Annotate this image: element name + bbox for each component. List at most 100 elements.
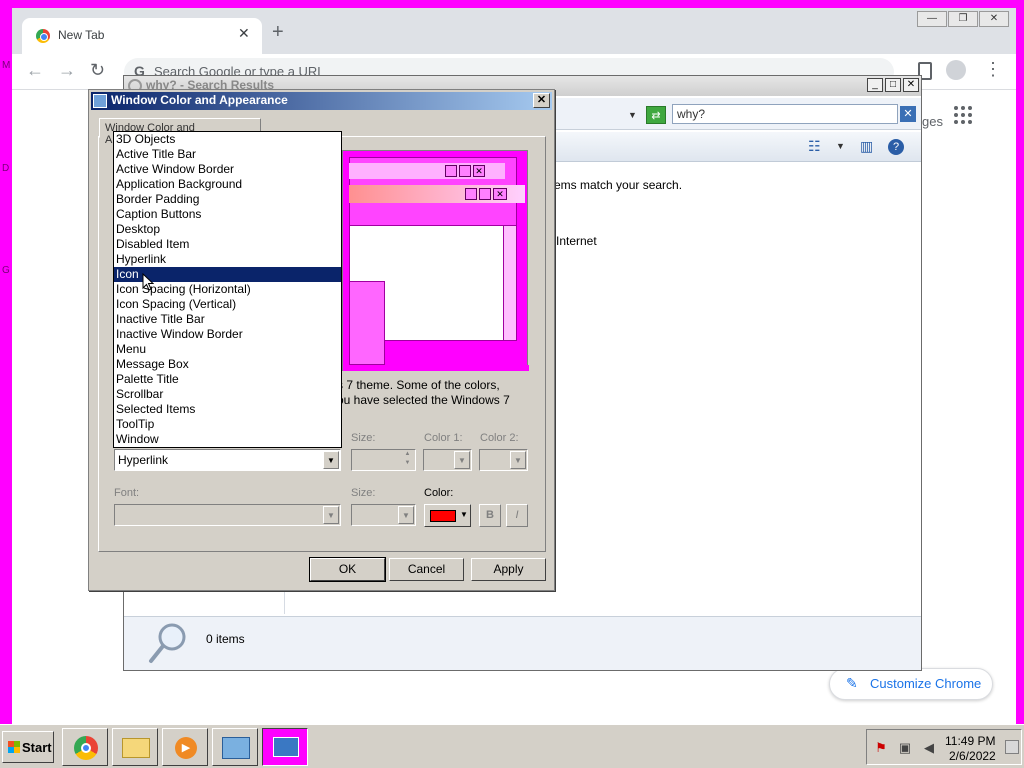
ntp-link-fragment[interactable]: ges <box>922 114 943 129</box>
spin-up-icon[interactable]: ▲ <box>401 451 414 460</box>
color1-picker[interactable]: ▼ <box>423 449 472 471</box>
color2-picker[interactable]: ▼ <box>479 449 528 471</box>
size-label: Size: <box>351 432 376 444</box>
back-icon[interactable]: ← <box>26 60 44 81</box>
customize-chrome-button[interactable]: ✎ Customize Chrome <box>829 668 993 700</box>
no-results-message: ems match your search. <box>554 178 683 192</box>
preview-pane-icon[interactable]: ▥ <box>860 138 873 155</box>
mouse-cursor-icon <box>142 273 154 291</box>
magnifier-icon <box>149 623 186 663</box>
dropdown-option[interactable]: Hyperlink <box>114 252 341 267</box>
italic-button[interactable]: I <box>506 504 528 527</box>
taskbar-chrome[interactable] <box>62 728 108 766</box>
dropdown-option[interactable]: Application Background <box>114 177 341 192</box>
chrome-icon-center <box>81 743 91 753</box>
display-settings-icon <box>273 737 299 757</box>
dialog-titlebar: Window Color and Appearance ✕ <box>91 92 552 110</box>
item-select[interactable]: Hyperlink ▼ <box>114 449 341 471</box>
taskbar-explorer[interactable] <box>112 728 158 766</box>
dropdown-option[interactable]: Caption Buttons <box>114 207 341 222</box>
description-line: ou have selected the Windows 7 <box>337 393 510 407</box>
customize-chrome-label: Customize Chrome <box>870 676 982 691</box>
dialog-title: Window Color and Appearance <box>111 93 288 107</box>
taskbar-display-settings[interactable] <box>262 728 308 766</box>
dropdown-option[interactable]: Scrollbar <box>114 387 341 402</box>
tab-close-icon[interactable]: ✕ <box>238 25 250 42</box>
show-desktop-icon[interactable] <box>1005 740 1019 754</box>
pencil-icon: ✎ <box>846 675 858 691</box>
clock-time[interactable]: 11:49 PM <box>945 734 995 748</box>
network-icon[interactable]: ▣ <box>897 740 913 756</box>
dropdown-option[interactable]: Disabled Item <box>114 237 341 252</box>
dropdown-option[interactable]: Menu <box>114 342 341 357</box>
start-button[interactable]: Start <box>2 731 54 763</box>
reload-icon[interactable]: ↻ <box>90 60 105 81</box>
dropdown-option[interactable]: Desktop <box>114 222 341 237</box>
chevron-down-icon[interactable]: ▼ <box>323 451 339 469</box>
bold-button[interactable]: B <box>479 504 501 527</box>
tab-new-tab[interactable]: New Tab ✕ <box>22 18 262 54</box>
chevron-down-icon: ▼ <box>454 451 470 469</box>
views-icon[interactable]: ☷ <box>808 138 821 155</box>
dropdown-option[interactable]: Message Box <box>114 357 341 372</box>
new-tab-button[interactable]: + <box>272 22 284 42</box>
dropdown-option[interactable]: Active Title Bar <box>114 147 341 162</box>
taskbar-control-panel[interactable] <box>212 728 258 766</box>
font-color-picker[interactable]: ▼ <box>424 504 471 527</box>
preview-desktop <box>343 365 529 371</box>
cancel-button[interactable]: Cancel <box>389 558 464 581</box>
preview-active-max-icon <box>479 188 491 200</box>
dropdown-option[interactable]: Inactive Title Bar <box>114 312 341 327</box>
views-dropdown-icon[interactable]: ▼ <box>836 141 845 151</box>
minimize-button[interactable]: — <box>917 11 947 27</box>
dropdown-option[interactable]: 3D Objects <box>114 132 341 147</box>
close-window-button[interactable]: ✕ <box>979 11 1009 27</box>
dropdown-option[interactable]: Window <box>114 432 341 447</box>
dropdown-option[interactable]: Border Padding <box>114 192 341 207</box>
dropdown-option[interactable]: Inactive Window Border <box>114 327 341 342</box>
maximize-button[interactable]: □ <box>885 78 901 92</box>
spin-down-icon[interactable]: ▼ <box>401 460 414 469</box>
dropdown-option[interactable]: ToolTip <box>114 417 341 432</box>
system-tray: ⚑ ▣ ◀ 11:49 PM 2/6/2022 <box>866 729 1022 765</box>
help-icon[interactable]: ? <box>888 139 904 155</box>
close-window-button[interactable]: ✕ <box>903 78 919 92</box>
preview-active-min-icon <box>465 188 477 200</box>
google-apps-icon[interactable] <box>954 106 974 126</box>
font-label: Font: <box>114 487 140 499</box>
search-internet-link[interactable]: Internet <box>556 234 597 248</box>
forward-icon[interactable]: → <box>58 60 76 81</box>
color1-label: Color 1: <box>424 432 463 444</box>
color2-label: Color 2: <box>480 432 519 444</box>
dropdown-option[interactable]: Active Window Border <box>114 162 341 177</box>
volume-icon[interactable]: ◀ <box>921 740 937 756</box>
font-color-label: Color: <box>424 487 454 499</box>
item-size-stepper[interactable]: ▲ ▼ <box>351 449 416 471</box>
dropdown-option[interactable]: Palette Title <box>114 372 341 387</box>
chevron-down-icon: ▼ <box>398 506 414 524</box>
taskbar-media-player[interactable]: ▶ <box>162 728 208 766</box>
chevron-down-icon: ▼ <box>510 451 526 469</box>
restore-button[interactable]: ❐ <box>948 11 978 27</box>
close-icon[interactable]: ✕ <box>533 93 550 108</box>
search-input[interactable]: why? <box>672 104 898 124</box>
font-size-select[interactable]: ▼ <box>351 504 416 526</box>
preview-message-box <box>349 281 385 365</box>
action-center-icon[interactable]: ⚑ <box>873 740 889 756</box>
profile-avatar[interactable] <box>946 60 966 80</box>
windows-logo-icon <box>8 741 20 753</box>
clear-search-icon[interactable]: ✕ <box>900 106 916 122</box>
address-dropdown-icon[interactable]: ▼ <box>628 110 637 120</box>
chrome-tab-strip: New Tab ✕ + — ❐ ✕ <box>12 8 1016 54</box>
font-size-label: Size: <box>351 487 376 499</box>
ok-button[interactable]: OK <box>309 557 386 582</box>
minimize-button[interactable]: _ <box>867 78 883 92</box>
dropdown-option[interactable]: Icon Spacing (Vertical) <box>114 297 341 312</box>
font-select[interactable]: ▼ <box>114 504 341 526</box>
more-menu-icon[interactable]: ⋮ <box>984 59 1002 80</box>
clock-date[interactable]: 2/6/2022 <box>949 749 996 763</box>
refresh-icon[interactable]: ⇄ <box>646 106 666 124</box>
chevron-down-icon: ▼ <box>460 510 468 519</box>
apply-button[interactable]: Apply <box>471 558 546 581</box>
dropdown-option[interactable]: Selected Items <box>114 402 341 417</box>
